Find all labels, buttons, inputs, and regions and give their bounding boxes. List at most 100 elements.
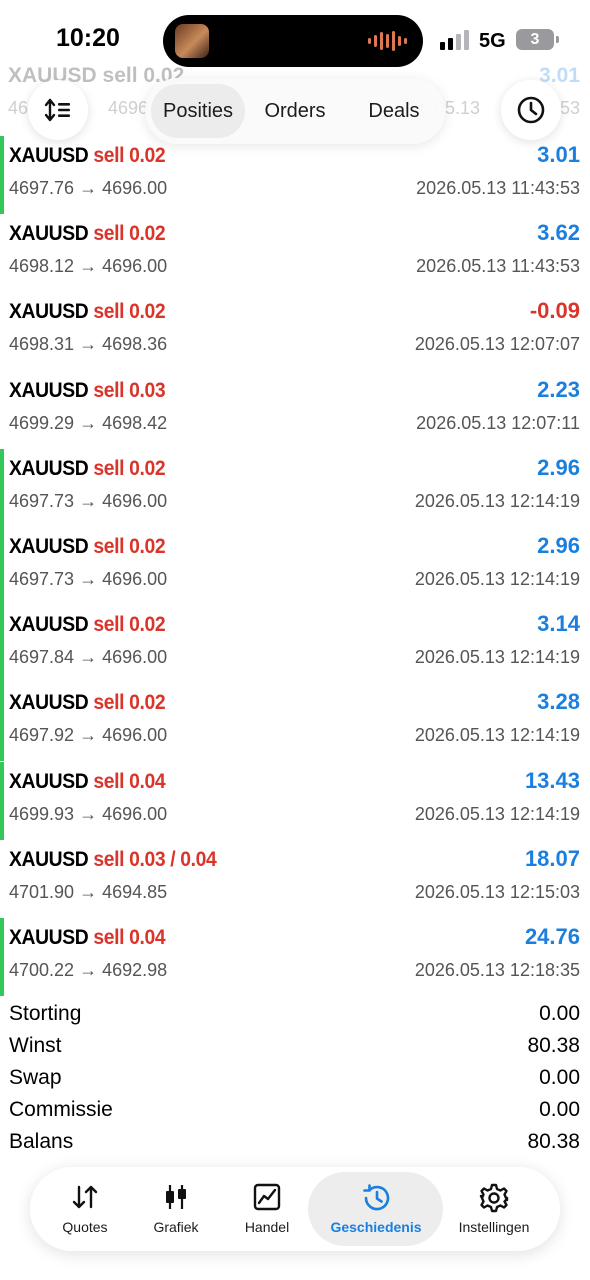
summary-value: 0.00 bbox=[539, 1002, 580, 1025]
deal-volume: 0.02 bbox=[129, 222, 166, 246]
deal-symbol: XAUUSD bbox=[9, 222, 89, 246]
summary-value: 0.00 bbox=[539, 1098, 580, 1121]
deal-volume: 0.02 bbox=[129, 691, 166, 715]
deal-time: 2026.05.13 12:18:35 bbox=[414, 959, 580, 980]
deal-row[interactable]: XAUUSD sell 0.02 3.62 4698.12 → 4696.00 … bbox=[0, 214, 590, 292]
deal-volume: 0.02 bbox=[129, 300, 166, 324]
tab-instellingen[interactable]: Instellingen bbox=[444, 1167, 544, 1251]
deal-volume: 0.02 bbox=[129, 456, 166, 480]
deal-prices: 4699.93 → 4696.00 bbox=[9, 803, 168, 824]
tab-label: Grafiek bbox=[153, 1219, 199, 1235]
tab-posities[interactable]: Posities bbox=[151, 78, 245, 144]
deal-prices: 4700.22 → 4692.98 bbox=[9, 959, 168, 980]
tab-orders[interactable]: Orders bbox=[249, 78, 341, 144]
deal-profit: 3.62 bbox=[537, 220, 580, 246]
deal-symbol: XAUUSD bbox=[9, 144, 89, 167]
deal-time: 2026.05.13 12:14:19 bbox=[414, 725, 580, 746]
history-segment-control: Posities Orders Deals bbox=[145, 78, 445, 144]
tab-deals[interactable]: Deals bbox=[347, 78, 441, 144]
deal-prices: 4701.90 → 4694.85 bbox=[9, 881, 168, 902]
deal-time: 2026.05.13 11:43:53 bbox=[416, 178, 580, 198]
summary-label: Winst bbox=[9, 1034, 62, 1057]
deal-side: sell bbox=[93, 769, 125, 793]
tab-handel[interactable]: Handel bbox=[217, 1167, 317, 1251]
deal-prices: 4697.84 → 4696.00 bbox=[9, 647, 168, 668]
deal-side: sell bbox=[93, 925, 125, 949]
audio-waveform-icon bbox=[368, 31, 407, 51]
deal-profit: -0.09 bbox=[529, 298, 580, 324]
deal-prices: 4698.12 → 4696.00 bbox=[9, 256, 168, 277]
status-time: 10:20 bbox=[56, 24, 120, 52]
tab-label: Quotes bbox=[62, 1219, 108, 1235]
deals-list: XAUUSD sell 0.02 3.01 4697.76 → 4696.00 … bbox=[0, 136, 590, 997]
summary-label: Balans bbox=[9, 1130, 74, 1153]
deal-side: sell bbox=[93, 144, 125, 167]
account-summary: Storting 0.00 Winst 80.38 Swap 0.00 Comm… bbox=[0, 1000, 590, 1160]
gear-icon bbox=[479, 1183, 509, 1213]
deal-symbol: XAUUSD bbox=[9, 378, 89, 402]
summary-label: Storting bbox=[9, 1002, 82, 1025]
summary-label: Commissie bbox=[9, 1098, 113, 1121]
deal-profit: 2.23 bbox=[537, 376, 580, 402]
deal-time: 2026.05.13 12:14:19 bbox=[414, 803, 580, 824]
deal-symbol: XAUUSD bbox=[9, 847, 89, 871]
deal-profit: 2.96 bbox=[537, 454, 580, 480]
deal-side: sell bbox=[93, 222, 125, 246]
deal-time: 2026.05.13 12:14:19 bbox=[414, 647, 580, 668]
deal-symbol: XAUUSD bbox=[9, 691, 89, 715]
deal-profit: 3.28 bbox=[537, 689, 580, 715]
top-toolbar: Posities Orders Deals bbox=[0, 78, 590, 144]
deal-row[interactable]: XAUUSD sell 0.02 3.14 4697.84 → 4696.00 … bbox=[0, 605, 590, 684]
deal-prices: 4697.73 → 4696.00 bbox=[9, 568, 168, 589]
deal-side: sell bbox=[93, 300, 125, 324]
clock-icon bbox=[517, 96, 545, 124]
summary-label: Swap bbox=[9, 1066, 62, 1089]
deal-row[interactable]: XAUUSD sell 0.02 2.96 4697.73 → 4696.00 … bbox=[0, 448, 590, 527]
tab-quotes[interactable]: Quotes bbox=[35, 1167, 135, 1251]
deal-time: 2026.05.13 12:14:19 bbox=[414, 568, 580, 589]
tab-geschiedenis[interactable]: Geschiedenis bbox=[326, 1167, 426, 1251]
summary-row-winst: Winst 80.38 bbox=[0, 1032, 590, 1064]
tab-grafiek[interactable]: Grafiek bbox=[126, 1167, 226, 1251]
deal-profit: 24.76 bbox=[524, 923, 580, 949]
deal-side: sell bbox=[93, 847, 125, 871]
summary-value: 80.38 bbox=[527, 1130, 580, 1153]
period-button[interactable] bbox=[501, 80, 561, 140]
summary-row-commissie: Commissie 0.00 bbox=[0, 1096, 590, 1128]
deal-volume: 0.03 / 0.04 bbox=[129, 847, 217, 871]
deal-row[interactable]: XAUUSD sell 0.04 13.43 4699.93 → 4696.00… bbox=[0, 761, 590, 840]
deal-row[interactable]: XAUUSD sell 0.02 3.01 4697.76 → 4696.00 … bbox=[0, 136, 590, 215]
sort-button[interactable] bbox=[28, 80, 88, 140]
deal-profit: 18.07 bbox=[524, 845, 580, 871]
deal-row[interactable]: XAUUSD sell 0.02 3.28 4697.92 → 4696.00 … bbox=[0, 683, 590, 762]
deal-profit: 2.96 bbox=[537, 532, 580, 558]
deal-row[interactable]: XAUUSD sell 0.02 -0.09 4698.31 → 4698.36… bbox=[0, 292, 590, 370]
summary-value: 80.38 bbox=[527, 1034, 580, 1057]
deal-row[interactable]: XAUUSD sell 0.04 24.76 4700.22 → 4692.98… bbox=[0, 917, 590, 997]
deal-symbol: XAUUSD bbox=[9, 925, 89, 949]
sort-icon bbox=[44, 98, 70, 122]
summary-value: 0.00 bbox=[539, 1066, 580, 1089]
deal-prices: 4698.31 → 4698.36 bbox=[9, 334, 168, 355]
dynamic-island[interactable] bbox=[163, 15, 423, 67]
deal-volume: 0.02 bbox=[129, 613, 166, 637]
deal-symbol: XAUUSD bbox=[9, 456, 89, 480]
deal-prices: 4697.92 → 4696.00 bbox=[9, 725, 168, 746]
tab-label: Handel bbox=[244, 1219, 290, 1235]
tab-label: Instellingen bbox=[458, 1219, 530, 1235]
deal-side: sell bbox=[93, 456, 125, 480]
deal-volume: 0.04 bbox=[129, 769, 166, 793]
summary-row-swap: Swap 0.00 bbox=[0, 1064, 590, 1096]
deal-time: 2026.05.13 12:07:11 bbox=[416, 412, 580, 433]
deal-symbol: XAUUSD bbox=[9, 613, 89, 637]
deal-row[interactable]: XAUUSD sell 0.02 2.96 4697.73 → 4696.00 … bbox=[0, 526, 590, 606]
trade-chart-icon bbox=[253, 1183, 281, 1211]
deal-volume: 0.02 bbox=[129, 534, 166, 558]
deal-profit: 13.43 bbox=[524, 767, 580, 793]
deal-row[interactable]: XAUUSD sell 0.03 2.23 4699.29 → 4698.42 … bbox=[0, 371, 590, 449]
deal-row[interactable]: XAUUSD sell 0.03 / 0.04 18.07 4701.90 → … bbox=[0, 840, 590, 918]
summary-row-balans: Balans 80.38 bbox=[0, 1128, 590, 1160]
summary-row-storting: Storting 0.00 bbox=[0, 1000, 590, 1032]
deal-time: 2026.05.13 12:07:07 bbox=[414, 334, 580, 355]
deal-volume: 0.03 bbox=[129, 378, 166, 402]
